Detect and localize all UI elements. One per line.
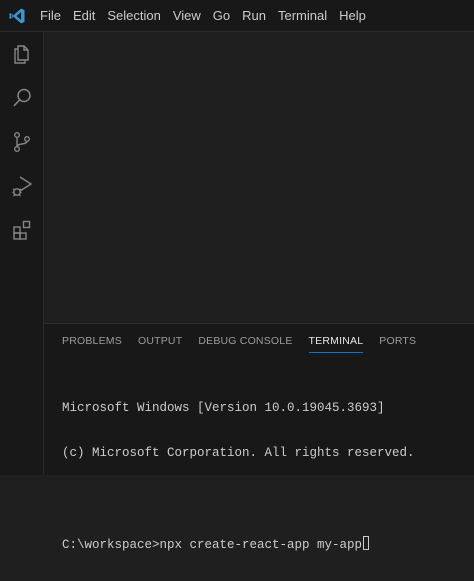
terminal-command: C:\workspace>npx create-react-app my-app xyxy=(62,538,363,552)
menu-selection[interactable]: Selection xyxy=(101,0,166,32)
menu-view[interactable]: View xyxy=(167,0,207,32)
vscode-logo-icon[interactable] xyxy=(0,0,34,32)
terminal-cursor xyxy=(363,536,370,550)
panel-tabs: PROBLEMS OUTPUT DEBUG CONSOLE TERMINAL P… xyxy=(44,324,424,358)
terminal-output[interactable]: Microsoft Windows [Version 10.0.19045.36… xyxy=(62,371,470,581)
terminal-line: (c) Microsoft Corporation. All rights re… xyxy=(62,446,415,460)
tab-problems[interactable]: PROBLEMS xyxy=(62,324,122,358)
terminal-line: Microsoft Windows [Version 10.0.19045.36… xyxy=(62,401,385,415)
editor-area[interactable] xyxy=(44,32,474,323)
run-debug-icon[interactable] xyxy=(0,164,44,208)
activity-bar xyxy=(0,32,44,475)
menu-run[interactable]: Run xyxy=(236,0,272,32)
tab-terminal[interactable]: TERMINAL xyxy=(308,324,364,358)
menu-terminal[interactable]: Terminal xyxy=(272,0,333,32)
explorer-icon[interactable] xyxy=(0,32,44,76)
bottom-panel: PROBLEMS OUTPUT DEBUG CONSOLE TERMINAL P… xyxy=(44,323,474,552)
tab-ports[interactable]: PORTS xyxy=(379,324,416,358)
title-bar: File Edit Selection View Go Run Terminal… xyxy=(0,0,474,32)
menu-bar: File Edit Selection View Go Run Terminal… xyxy=(34,0,372,32)
source-control-icon[interactable] xyxy=(0,120,44,164)
tab-debug-console[interactable]: DEBUG CONSOLE xyxy=(198,324,292,358)
tab-output[interactable]: OUTPUT xyxy=(138,324,182,358)
terminal-prompt-line: C:\workspace>npx create-react-app my-app xyxy=(62,536,470,552)
menu-go[interactable]: Go xyxy=(207,0,236,32)
menu-file[interactable]: File xyxy=(34,0,67,32)
search-icon[interactable] xyxy=(0,76,44,120)
menu-help[interactable]: Help xyxy=(333,0,372,32)
extensions-icon[interactable] xyxy=(0,208,44,252)
menu-edit[interactable]: Edit xyxy=(67,0,101,32)
